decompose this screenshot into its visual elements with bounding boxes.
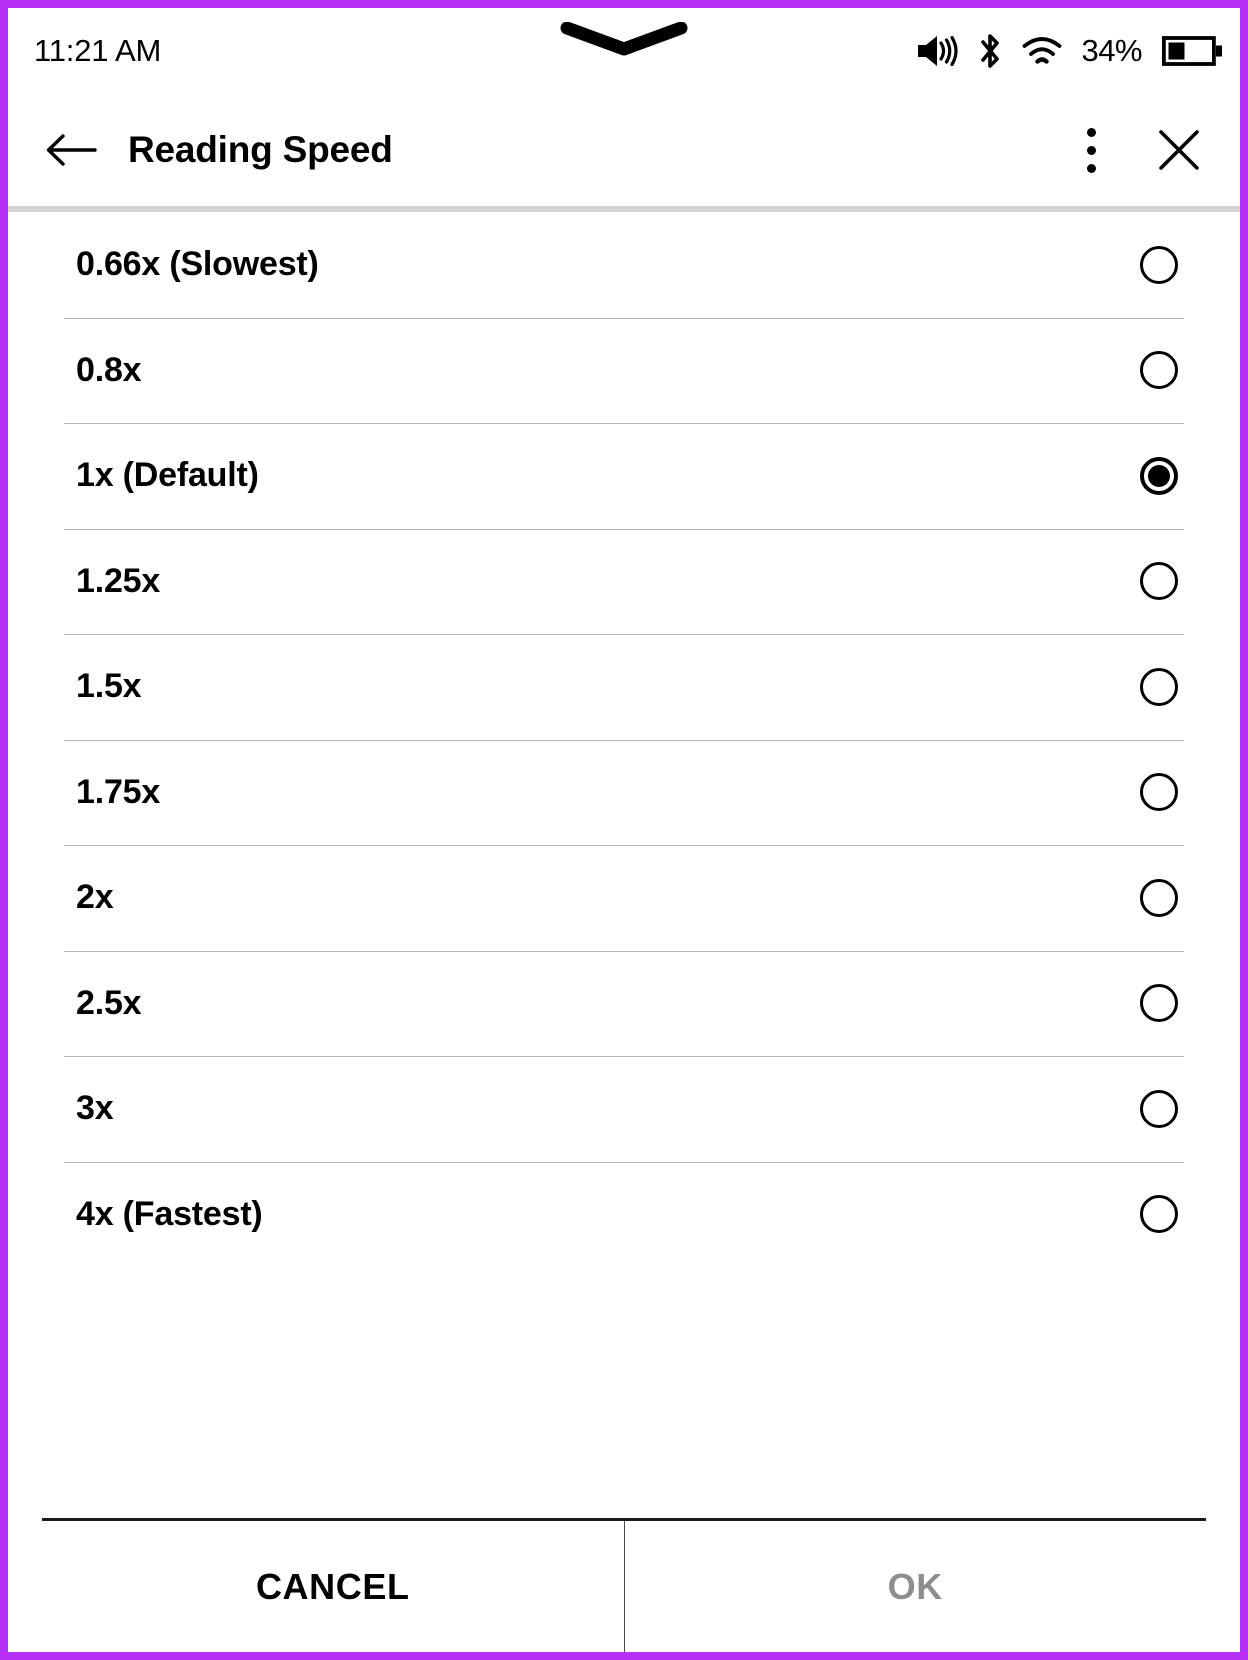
ok-button[interactable]: OK	[625, 1521, 1207, 1652]
chevron-down-handle-icon[interactable]	[559, 21, 689, 56]
battery-percentage-label: 34%	[1081, 33, 1142, 68]
list-item[interactable]: 2x	[8, 845, 1240, 951]
battery-icon	[1162, 34, 1222, 68]
bluetooth-icon	[977, 31, 1003, 71]
radio-button[interactable]	[1140, 1089, 1178, 1128]
kebab-dot	[1086, 145, 1096, 155]
option-label: 0.66x (Slowest)	[76, 245, 319, 284]
app-header: Reading Speed	[8, 94, 1240, 206]
kebab-dot	[1086, 163, 1096, 173]
radio-button[interactable]	[1140, 351, 1178, 390]
radio-button[interactable]	[1140, 984, 1178, 1023]
option-label: 1.25x	[76, 561, 161, 600]
device-screen: 11:21 AM 34% Reading Speed 0.66x (Slowes…	[0, 0, 1248, 1660]
dialog-footer: CANCEL OK	[42, 1518, 1206, 1652]
list-item[interactable]: 1.5x	[8, 634, 1240, 740]
list-item[interactable]: 0.66x (Slowest)	[8, 212, 1240, 318]
volume-icon	[915, 33, 959, 69]
option-label: 1.75x	[76, 772, 161, 811]
list-item[interactable]: 1.25x	[8, 528, 1240, 634]
option-label: 0.8x	[76, 350, 142, 389]
wifi-icon	[1021, 34, 1063, 68]
list-item[interactable]: 2.5x	[8, 950, 1240, 1056]
radio-button[interactable]	[1140, 1195, 1178, 1234]
cancel-button[interactable]: CANCEL	[42, 1521, 624, 1652]
status-bar-clock: 11:21 AM	[34, 33, 162, 68]
list-item[interactable]: 1.75x	[8, 739, 1240, 845]
list-item[interactable]: 4x (Fastest)	[8, 1161, 1240, 1267]
radio-button[interactable]	[1140, 667, 1178, 706]
option-label: 3x	[76, 1089, 114, 1128]
radio-button[interactable]	[1140, 878, 1178, 917]
radio-button[interactable]	[1140, 562, 1178, 601]
radio-button[interactable]	[1140, 245, 1178, 284]
kebab-menu-icon[interactable]	[1072, 122, 1110, 178]
option-label: 2x	[76, 878, 114, 917]
back-arrow-icon[interactable]	[42, 121, 100, 179]
list-item[interactable]: 3x	[8, 1056, 1240, 1162]
reading-speed-options-list: 0.66x (Slowest) 0.8x 1x (Default) 1.25x 1.5x…	[8, 212, 1240, 1518]
close-icon[interactable]	[1152, 123, 1206, 177]
status-bar-icons: 34%	[915, 31, 1222, 71]
kebab-dot	[1086, 127, 1096, 137]
option-label: 1x (Default)	[76, 456, 259, 495]
list-item[interactable]: 1x (Default)	[8, 423, 1240, 529]
header-actions	[1072, 122, 1216, 178]
radio-button[interactable]	[1140, 773, 1178, 812]
option-label: 1.5x	[76, 667, 142, 706]
option-label: 4x (Fastest)	[76, 1194, 263, 1233]
option-label: 2.5x	[76, 983, 142, 1022]
list-item[interactable]: 0.8x	[8, 317, 1240, 423]
page-title: Reading Speed	[128, 129, 393, 170]
radio-button-selected[interactable]	[1140, 456, 1178, 495]
status-bar: 11:21 AM 34%	[8, 8, 1240, 94]
